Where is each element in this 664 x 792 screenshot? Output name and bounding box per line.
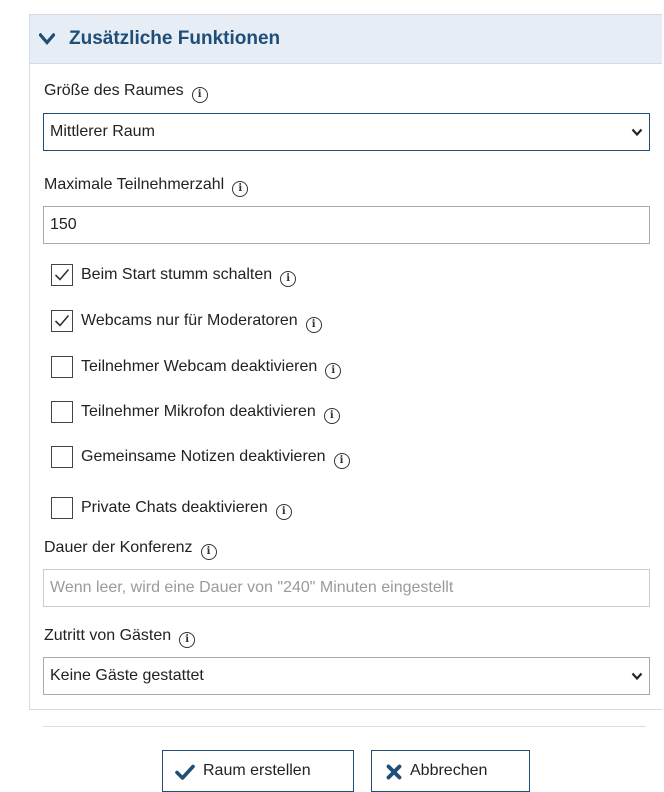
panel-header[interactable]: Zusätzliche Funktionen xyxy=(30,15,662,64)
checkbox-label: Teilnehmer Mikrofon deaktivieren i xyxy=(81,402,340,424)
panel-title: Zusätzliche Funktionen xyxy=(69,28,281,49)
checkbox-label: Webcams nur für Moderatoren i xyxy=(81,311,322,333)
chevron-down-icon xyxy=(631,128,643,137)
checkbox-label: Teilnehmer Webcam deaktivieren i xyxy=(81,357,342,379)
info-icon[interactable]: i xyxy=(232,181,249,197)
room-size-label: Größe des Raumes i xyxy=(44,81,208,103)
max-participants-value: 150 xyxy=(50,216,77,233)
cancel-button[interactable]: Abbrechen xyxy=(371,750,530,792)
checkbox-label: Gemeinsame Notizen deaktivieren i xyxy=(81,447,350,469)
divider xyxy=(43,726,646,727)
checkbox-label: Private Chats deaktivieren i xyxy=(81,498,292,520)
info-icon[interactable]: i xyxy=(325,363,342,379)
duration-label: Dauer der Konferenz i xyxy=(44,538,217,560)
checkbox[interactable] xyxy=(51,497,73,519)
info-icon[interactable]: i xyxy=(275,504,292,520)
cancel-label: Abbrechen xyxy=(410,762,488,779)
duration-placeholder: Wenn leer, wird eine Dauer von "240" Min… xyxy=(50,579,454,596)
info-icon[interactable]: i xyxy=(200,544,217,560)
chevron-down-icon xyxy=(631,672,643,681)
room-size-select[interactable]: Mittlerer Raum xyxy=(43,113,650,151)
check-icon xyxy=(54,314,70,327)
info-icon[interactable]: i xyxy=(305,317,322,333)
checkbox[interactable] xyxy=(51,264,73,286)
checkbox[interactable] xyxy=(51,446,73,468)
guest-access-value: Keine Gäste gestattet xyxy=(50,667,204,684)
info-icon[interactable]: i xyxy=(191,87,208,103)
room-size-value: Mittlerer Raum xyxy=(50,123,155,140)
info-icon[interactable]: i xyxy=(179,632,196,648)
x-icon xyxy=(386,764,402,780)
max-participants-input[interactable]: 150 xyxy=(43,206,650,244)
guest-access-select[interactable]: Keine Gäste gestattet xyxy=(43,657,650,695)
checkbox[interactable] xyxy=(51,356,73,378)
info-icon[interactable]: i xyxy=(280,271,297,287)
info-icon[interactable]: i xyxy=(333,453,350,469)
chevron-down-icon xyxy=(39,33,55,45)
check-icon xyxy=(54,268,70,281)
check-icon xyxy=(175,764,195,780)
create-room-button[interactable]: Raum erstellen xyxy=(162,750,354,792)
info-icon[interactable]: i xyxy=(323,408,340,424)
checkbox[interactable] xyxy=(51,401,73,423)
checkbox[interactable] xyxy=(51,310,73,332)
checkbox-label: Beim Start stumm schalten i xyxy=(81,265,297,287)
duration-input[interactable]: Wenn leer, wird eine Dauer von "240" Min… xyxy=(43,569,650,607)
create-room-label: Raum erstellen xyxy=(203,762,311,779)
guest-access-label: Zutritt von Gästen i xyxy=(44,626,196,648)
max-participants-label: Maximale Teilnehmerzahl i xyxy=(44,175,249,197)
